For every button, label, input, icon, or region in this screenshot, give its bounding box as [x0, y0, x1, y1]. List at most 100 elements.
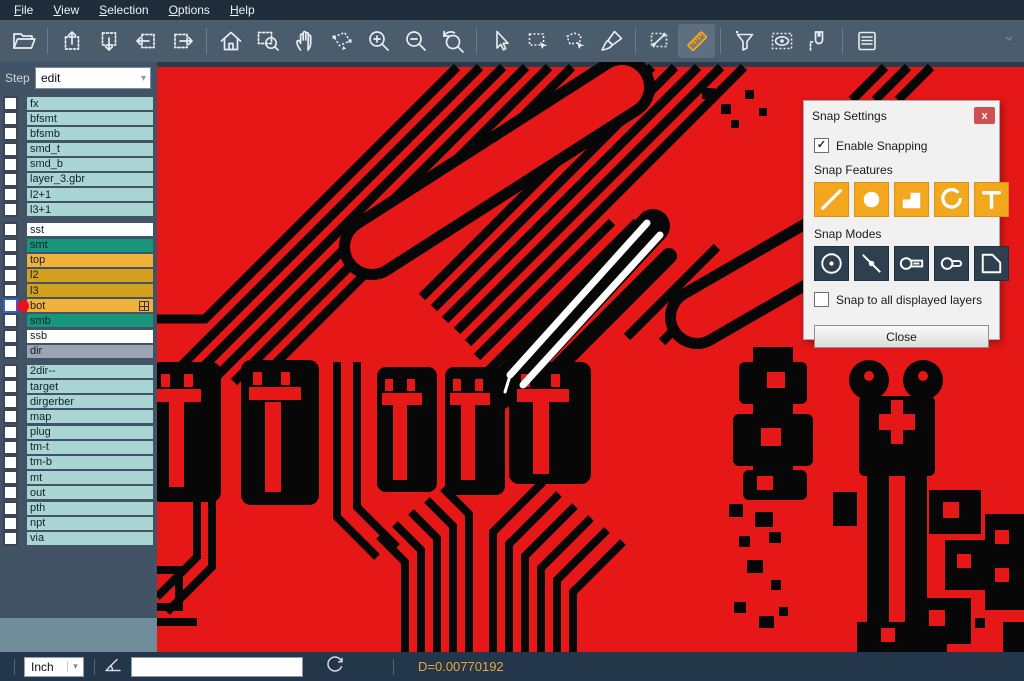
home-view-icon[interactable]	[212, 24, 249, 58]
layer-row-smb[interactable]: smb	[0, 314, 157, 327]
layer-checkbox[interactable]	[3, 298, 18, 313]
step-select[interactable]: edit ▾	[35, 67, 151, 89]
layer-row-out[interactable]: out	[0, 486, 157, 499]
layer-row-l3+1[interactable]: l3+1	[0, 203, 157, 216]
select-cursor-icon[interactable]	[482, 24, 519, 58]
layer-row-smd_b[interactable]: smd_b	[0, 158, 157, 171]
snap-all-layers-checkbox[interactable]	[814, 292, 829, 307]
layer-checkbox[interactable]	[3, 329, 18, 344]
layer-row-tm-b[interactable]: tm-b	[0, 456, 157, 469]
pan-down-icon[interactable]	[90, 24, 127, 58]
layer-row-2dir--[interactable]: 2dir--	[0, 365, 157, 378]
snap-feature-surface-button[interactable]	[894, 182, 929, 217]
layer-row-top[interactable]: top	[0, 254, 157, 267]
open-folder-icon[interactable]	[5, 24, 42, 58]
layer-checkbox[interactable]	[3, 111, 18, 126]
menu-view[interactable]: View	[43, 1, 89, 19]
layer-row-target[interactable]: target	[0, 380, 157, 393]
snap-mode-slot-end-button[interactable]	[934, 246, 969, 281]
layer-checkbox[interactable]	[3, 531, 18, 546]
layer-checkbox[interactable]	[3, 157, 18, 172]
layer-row-via[interactable]: via	[0, 532, 157, 545]
menu-options[interactable]: Options	[159, 1, 220, 19]
layer-checkbox[interactable]	[3, 313, 18, 328]
layer-checkbox[interactable]	[3, 253, 18, 268]
view-options-icon[interactable]	[763, 24, 800, 58]
layer-checkbox[interactable]	[3, 440, 18, 455]
layer-row-l3[interactable]: l3	[0, 284, 157, 297]
filter-icon[interactable]	[726, 24, 763, 58]
layer-row-dirgerber[interactable]: dirgerber	[0, 395, 157, 408]
snap-feature-pad-button[interactable]	[854, 182, 889, 217]
menu-selection[interactable]: Selection	[89, 1, 158, 19]
overflow-chevron-icon[interactable]	[1003, 32, 1015, 50]
layer-checkbox[interactable]	[3, 364, 18, 379]
zoom-in-icon[interactable]	[360, 24, 397, 58]
layer-row-l2[interactable]: l2	[0, 269, 157, 282]
layer-checkbox[interactable]	[3, 485, 18, 500]
layer-row-fx[interactable]: fx	[0, 97, 157, 110]
layer-checkbox[interactable]	[3, 268, 18, 283]
command-input[interactable]	[131, 657, 303, 677]
layer-checkbox[interactable]	[3, 501, 18, 516]
select-polygon-icon[interactable]	[556, 24, 593, 58]
layer-row-smt[interactable]: smt	[0, 239, 157, 252]
layer-row-pth[interactable]: pth	[0, 502, 157, 515]
snap-magnet-icon[interactable]	[800, 24, 837, 58]
layer-row-plug[interactable]: plug	[0, 426, 157, 439]
layer-checkbox[interactable]	[3, 425, 18, 440]
layer-row-npt[interactable]: npt	[0, 517, 157, 530]
zoom-previous-icon[interactable]	[434, 24, 471, 58]
layer-row-map[interactable]: map	[0, 410, 157, 423]
snap-feature-line-button[interactable]	[814, 182, 849, 217]
select-rectangle-icon[interactable]	[519, 24, 556, 58]
layer-checkbox[interactable]	[3, 96, 18, 111]
snap-mode-slot-button[interactable]	[894, 246, 929, 281]
pan-hand-icon[interactable]	[286, 24, 323, 58]
menu-file[interactable]: File	[4, 1, 43, 19]
layer-row-ssb[interactable]: ssb	[0, 330, 157, 343]
layer-row-l2+1[interactable]: l2+1	[0, 188, 157, 201]
layer-checkbox[interactable]	[3, 516, 18, 531]
snap-mode-center-button[interactable]	[814, 246, 849, 281]
layer-row-layer_3.gbr[interactable]: layer_3.gbr	[0, 173, 157, 186]
layer-checkbox[interactable]	[3, 283, 18, 298]
enable-snapping-checkbox[interactable]	[814, 138, 829, 153]
paint-brush-icon[interactable]	[593, 24, 630, 58]
layer-checkbox[interactable]	[3, 202, 18, 217]
layer-row-sst[interactable]: sst	[0, 223, 157, 236]
refresh-icon[interactable]	[325, 654, 345, 679]
measure-ruler-icon[interactable]	[678, 24, 715, 58]
layer-checkbox[interactable]	[3, 172, 18, 187]
zoom-out-icon[interactable]	[397, 24, 434, 58]
layer-checkbox[interactable]	[3, 394, 18, 409]
layer-checkbox[interactable]	[3, 344, 18, 359]
layer-row-dir[interactable]: dir	[0, 345, 157, 358]
unit-select[interactable]: Inch ▾	[24, 657, 84, 677]
snap-feature-arc-button[interactable]	[934, 182, 969, 217]
layer-row-mt[interactable]: mt	[0, 471, 157, 484]
pan-left-icon[interactable]	[127, 24, 164, 58]
pan-up-icon[interactable]	[53, 24, 90, 58]
snap-feature-text-button[interactable]	[974, 182, 1009, 217]
layer-checkbox[interactable]	[3, 142, 18, 157]
layer-row-bfsmt[interactable]: bfsmt	[0, 112, 157, 125]
layer-checkbox[interactable]	[3, 238, 18, 253]
layer-row-bfsmb[interactable]: bfsmb	[0, 127, 157, 140]
menu-help[interactable]: Help	[220, 1, 265, 19]
pan-right-icon[interactable]	[164, 24, 201, 58]
layer-row-tm-t[interactable]: tm-t	[0, 441, 157, 454]
layer-row-smd_t[interactable]: smd_t	[0, 143, 157, 156]
layer-table-icon[interactable]	[848, 24, 885, 58]
close-button[interactable]: Close	[814, 325, 989, 348]
layer-checkbox[interactable]	[3, 222, 18, 237]
measure-distance-icon[interactable]	[641, 24, 678, 58]
snap-mode-point-on-feature-button[interactable]	[854, 246, 889, 281]
layer-checkbox[interactable]	[3, 379, 18, 394]
zoom-window-icon[interactable]	[249, 24, 286, 58]
dialog-close-icon[interactable]: x	[974, 107, 995, 124]
angle-icon[interactable]	[103, 654, 123, 679]
layer-checkbox[interactable]	[3, 470, 18, 485]
layer-row-bot[interactable]: bot	[0, 299, 157, 312]
layer-checkbox[interactable]	[3, 409, 18, 424]
